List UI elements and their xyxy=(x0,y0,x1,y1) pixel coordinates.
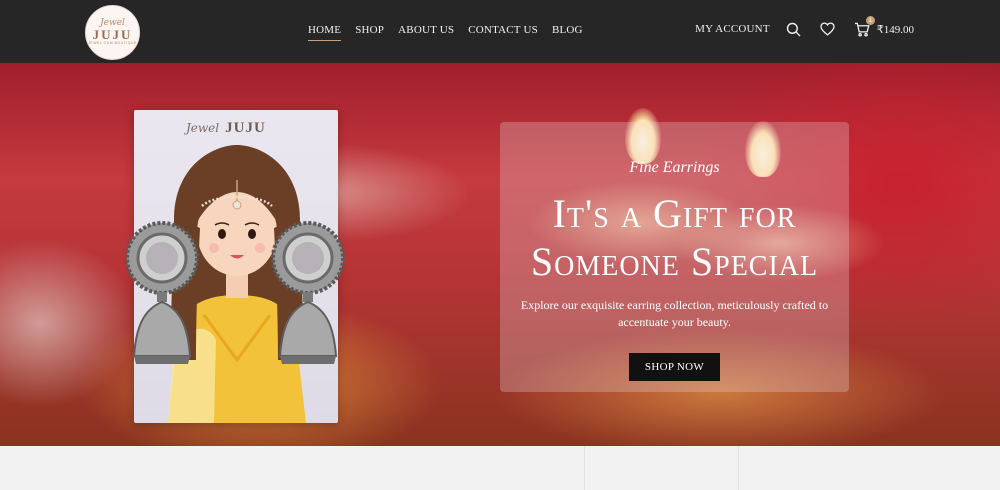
hero-headline-line-2: Someone Special xyxy=(530,239,819,284)
hero-subtext: Explore our exquisite earring collection… xyxy=(520,298,829,329)
column-divider xyxy=(584,446,585,490)
cart-count-badge: 1 xyxy=(865,16,875,25)
right-earring xyxy=(271,221,345,364)
site-header: Jewel JUJU JEWEL CUM BOUTIQUE HOME SHOP … xyxy=(0,0,1000,63)
nav-blog[interactable]: BLOG xyxy=(552,24,583,41)
left-earring xyxy=(125,221,199,364)
my-account-link[interactable]: MY ACCOUNT xyxy=(695,23,770,35)
hero-banner: Jewel JUJU Fine Earrings It's a Gift for… xyxy=(0,63,1000,446)
nav-about-us[interactable]: ABOUT US xyxy=(398,24,454,41)
hero-eyebrow: Fine Earrings xyxy=(629,159,720,176)
hero-headline-line-1: It's a Gift for xyxy=(552,191,797,236)
content-section xyxy=(0,446,1000,490)
search-icon[interactable] xyxy=(784,19,804,39)
cart-icon[interactable]: 1 xyxy=(852,16,875,39)
column-divider xyxy=(738,446,739,490)
heart-icon[interactable] xyxy=(818,19,838,39)
nav-contact-us[interactable]: CONTACT US xyxy=(468,24,538,41)
hero-text-panel: Fine Earrings It's a Gift for Someone Sp… xyxy=(500,122,849,392)
main-nav: HOME SHOP ABOUT US CONTACT US BLOG xyxy=(308,24,583,41)
logo-wordmark: JUJU xyxy=(92,27,133,42)
nav-home[interactable]: HOME xyxy=(308,24,342,41)
header-actions: MY ACCOUNT 1 ₹149.00 xyxy=(695,16,914,39)
nav-shop[interactable]: SHOP xyxy=(355,24,384,41)
site-logo[interactable]: Jewel JUJU JEWEL CUM BOUTIQUE xyxy=(85,5,140,60)
hero-headline: It's a Gift for Someone Special xyxy=(500,190,849,286)
cart-total[interactable]: ₹149.00 xyxy=(877,23,914,36)
shop-now-button[interactable]: SHOP NOW xyxy=(629,353,720,381)
logo-tagline: JEWEL CUM BOUTIQUE xyxy=(88,41,137,45)
